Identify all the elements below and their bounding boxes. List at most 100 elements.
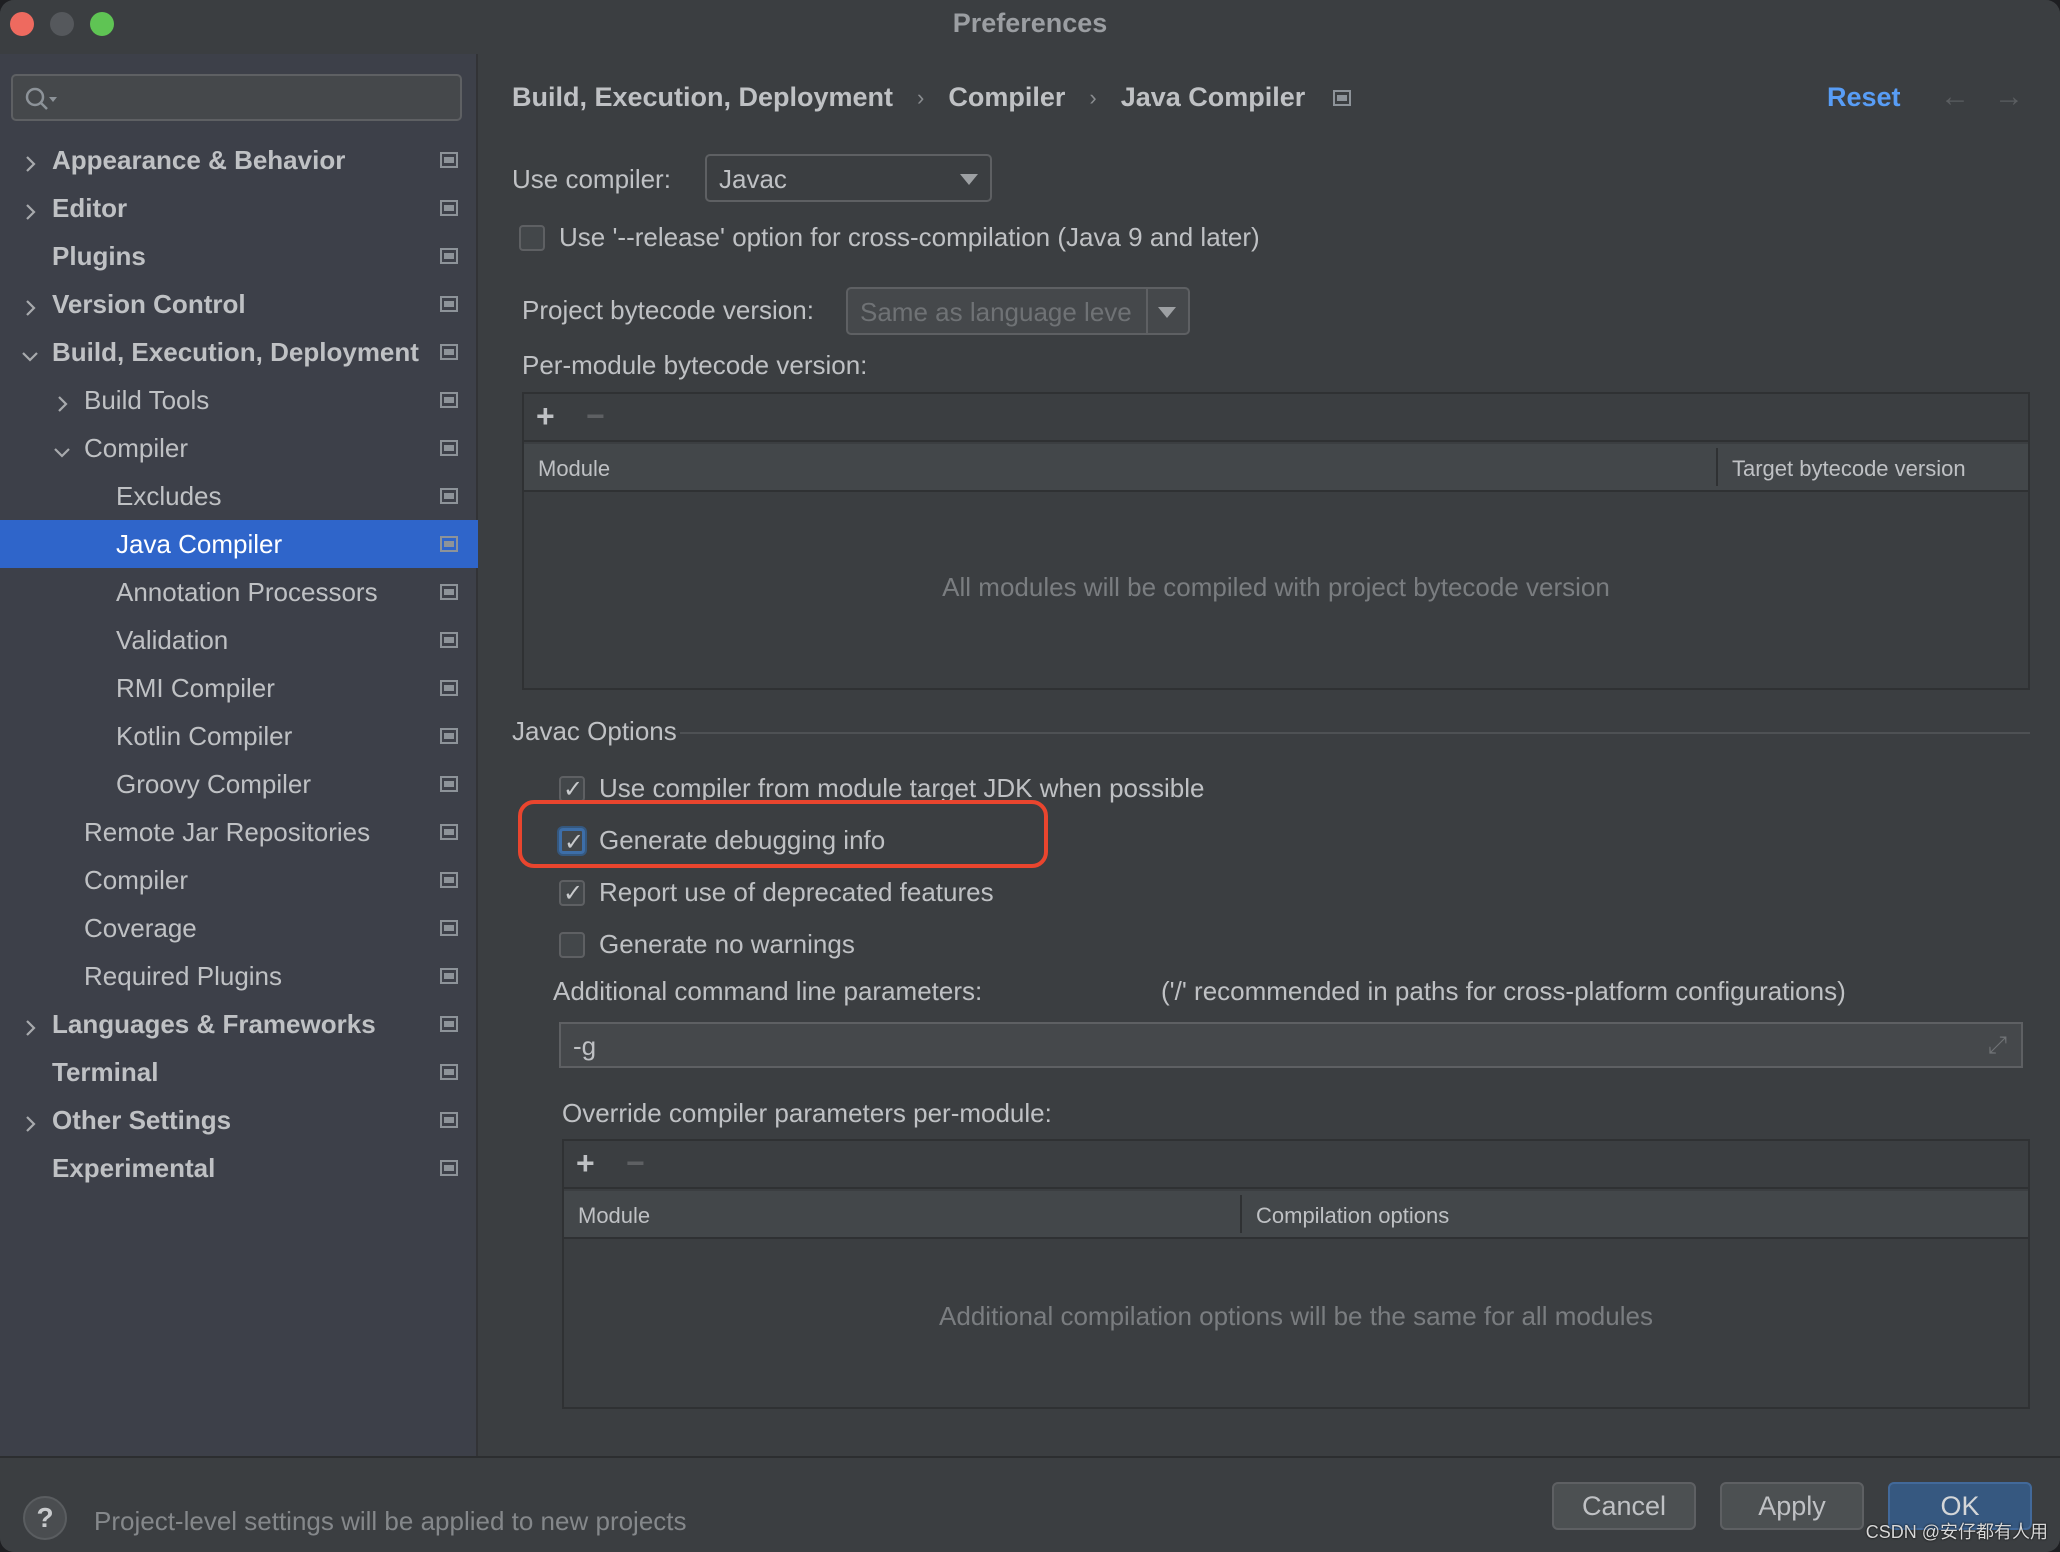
release-option-checkbox[interactable]: [519, 225, 545, 251]
bytecode-version-dropdown[interactable]: Same as language leve: [846, 287, 1190, 335]
project-scope-icon: [440, 920, 458, 936]
breadcrumb-item[interactable]: Build, Execution, Deployment: [512, 82, 893, 113]
project-scope-icon: [440, 968, 458, 984]
sidebar-item[interactable]: Build Tools: [0, 376, 478, 424]
project-scope-icon: [1333, 89, 1352, 106]
sidebar-item-label: Other Settings: [52, 1104, 232, 1135]
breadcrumb: Build, Execution, Deployment › Compiler …: [512, 82, 1352, 113]
settings-sidebar: Appearance & Behavior Editor Plugins Versio…: [0, 54, 478, 1456]
chevron-down-icon[interactable]: [52, 438, 72, 458]
sidebar-item-label: Build, Execution, Deployment: [52, 336, 419, 367]
project-scope-icon: [440, 776, 458, 792]
project-scope-icon: [440, 248, 458, 264]
sidebar-item[interactable]: Annotation Processors: [0, 568, 478, 616]
chevron-right-icon[interactable]: [20, 1014, 40, 1036]
cancel-button[interactable]: Cancel: [1552, 1482, 1696, 1530]
project-scope-icon: [440, 584, 458, 600]
chevron-right-icon[interactable]: [20, 150, 40, 172]
window-title: Preferences: [952, 8, 1108, 38]
column-header-module[interactable]: Module: [578, 1203, 650, 1229]
sidebar-item[interactable]: Coverage: [0, 904, 478, 952]
apply-button[interactable]: Apply: [1720, 1482, 1864, 1530]
sidebar-item[interactable]: Validation: [0, 616, 478, 664]
cmdline-params-hint: ('/' recommended in paths for cross-plat…: [1161, 976, 1846, 1006]
forward-arrow-icon[interactable]: →: [1994, 80, 2024, 114]
chevron-down-icon: [960, 174, 978, 185]
sidebar-item[interactable]: Other Settings: [0, 1096, 478, 1144]
chevron-down-icon[interactable]: [20, 342, 40, 362]
project-scope-icon: [440, 632, 458, 648]
sidebar-item-label: Plugins: [52, 240, 146, 271]
reset-link[interactable]: Reset: [1827, 82, 1901, 113]
javac-option-checkbox[interactable]: [559, 932, 585, 958]
settings-search-input[interactable]: [11, 74, 462, 121]
chevron-right-icon[interactable]: [52, 390, 72, 412]
project-scope-icon: [440, 392, 458, 408]
sidebar-item-label: Excludes: [116, 480, 222, 511]
use-compiler-value: Javac: [719, 164, 787, 194]
project-scope-icon: [440, 344, 458, 360]
sidebar-item-label: Remote Jar Repositories: [84, 816, 371, 847]
project-scope-icon: [440, 680, 458, 696]
column-header-compilation-options[interactable]: Compilation options: [1256, 1203, 1449, 1229]
javac-option-label: Generate debugging info: [599, 825, 886, 855]
sidebar-item[interactable]: Java Compiler: [0, 520, 478, 568]
sidebar-item[interactable]: Groovy Compiler: [0, 760, 478, 808]
column-header-module[interactable]: Module: [538, 456, 610, 482]
title-bar: Preferences: [0, 0, 2060, 54]
sidebar-item[interactable]: Appearance & Behavior: [0, 136, 478, 184]
search-icon: [25, 87, 57, 110]
sidebar-item[interactable]: Version Control: [0, 280, 478, 328]
column-divider[interactable]: [1716, 448, 1718, 486]
javac-option-checkbox[interactable]: [559, 879, 585, 908]
bytecode-version-label: Project bytecode version:: [522, 295, 814, 325]
cmdline-params-input[interactable]: -g ⤢: [559, 1022, 2023, 1068]
add-icon[interactable]: +: [576, 1145, 595, 1182]
project-scope-icon: [440, 200, 458, 216]
sidebar-item-label: Terminal: [52, 1056, 159, 1087]
sidebar-item-label: Coverage: [84, 912, 197, 943]
sidebar-item[interactable]: Kotlin Compiler: [0, 712, 478, 760]
sidebar-item-label: Build Tools: [84, 384, 210, 415]
project-scope-icon: [440, 872, 458, 888]
project-scope-icon: [440, 1064, 458, 1080]
sidebar-item[interactable]: Experimental: [0, 1144, 478, 1192]
cmdline-params-label: Additional command line parameters:: [553, 976, 983, 1006]
chevron-right-icon[interactable]: [20, 1110, 40, 1132]
javac-option-checkbox[interactable]: [559, 775, 585, 804]
javac-option-checkbox[interactable]: [559, 828, 585, 857]
sidebar-item[interactable]: Compiler: [0, 856, 478, 904]
project-scope-icon: [440, 536, 458, 552]
sidebar-item[interactable]: Languages & Frameworks: [0, 1000, 478, 1048]
sidebar-item[interactable]: Editor: [0, 184, 478, 232]
settings-tree: Appearance & Behavior Editor Plugins Versio…: [0, 136, 478, 1192]
project-scope-icon: [440, 440, 458, 456]
sidebar-item-label: Compiler: [84, 432, 189, 463]
sidebar-item[interactable]: Plugins: [0, 232, 478, 280]
column-header-target-bytecode[interactable]: Target bytecode version: [1732, 456, 1966, 482]
sidebar-item[interactable]: Remote Jar Repositories: [0, 808, 478, 856]
table-toolbar: + −: [564, 1141, 2028, 1189]
sidebar-item-label: Groovy Compiler: [116, 768, 312, 799]
table-toolbar: + −: [524, 394, 2028, 442]
sidebar-item[interactable]: Excludes: [0, 472, 478, 520]
help-button[interactable]: ?: [23, 1496, 67, 1540]
sidebar-item[interactable]: Terminal: [0, 1048, 478, 1096]
expand-icon[interactable]: ⤢: [1988, 1032, 2007, 1060]
sidebar-item-label: Languages & Frameworks: [52, 1008, 376, 1039]
sidebar-item-label: Compiler: [84, 864, 189, 895]
sidebar-item[interactable]: Required Plugins: [0, 952, 478, 1000]
breadcrumb-item[interactable]: Compiler: [948, 82, 1065, 113]
sidebar-item[interactable]: RMI Compiler: [0, 664, 478, 712]
chevron-right-icon[interactable]: [20, 294, 40, 316]
use-compiler-dropdown[interactable]: Javac: [705, 154, 992, 202]
chevron-right-icon[interactable]: [20, 198, 40, 220]
column-divider[interactable]: [1240, 1195, 1242, 1233]
back-arrow-icon[interactable]: ←: [1940, 80, 1970, 114]
sidebar-item[interactable]: Build, Execution, Deployment: [0, 328, 478, 376]
javac-option-label: Use compiler from module target JDK when…: [599, 773, 1205, 803]
sidebar-item[interactable]: Compiler: [0, 424, 478, 472]
remove-icon: −: [586, 398, 605, 434]
remove-icon: −: [626, 1145, 645, 1181]
add-icon[interactable]: +: [536, 398, 555, 435]
